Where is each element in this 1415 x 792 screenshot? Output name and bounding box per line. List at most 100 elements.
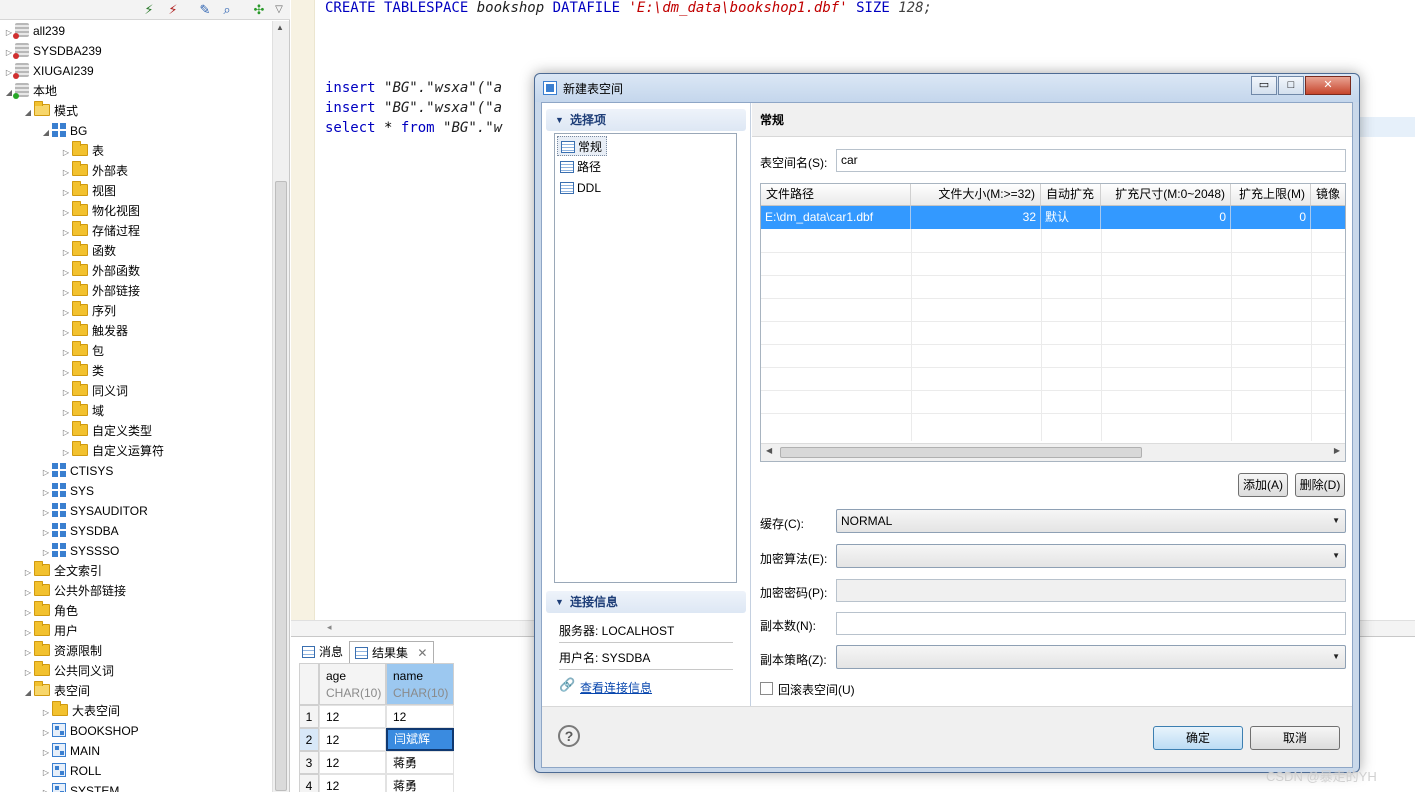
view-connection-link[interactable]: 查看连接信息	[580, 679, 652, 696]
expand-arrow-icon[interactable]: ▷	[60, 323, 72, 343]
expand-arrow-icon[interactable]: ▷	[60, 203, 72, 223]
expand-arrow-icon[interactable]: ▷	[40, 463, 52, 483]
disconnect-icon[interactable]: ⚡	[164, 1, 182, 19]
add-file-button[interactable]: 添加(A)	[1238, 473, 1288, 497]
tree-item[interactable]: ▷公共外部链接	[22, 581, 126, 601]
option-ddl[interactable]: DDL	[557, 178, 601, 198]
cache-select[interactable]: NORMAL ▼	[836, 509, 1346, 533]
scroll-left-icon[interactable]: ◀	[766, 446, 772, 455]
expand-arrow-icon[interactable]: ▷	[60, 443, 72, 463]
tree-item[interactable]: ▷同义词	[60, 381, 128, 401]
expand-arrow-icon[interactable]: ▷	[22, 623, 34, 643]
tree-item[interactable]: ▷BOOKSHOP	[40, 721, 139, 741]
expand-arrow-icon[interactable]: ▷	[60, 163, 72, 183]
expand-arrow-icon[interactable]: ▷	[40, 543, 52, 563]
expand-arrow-icon[interactable]: ▷	[60, 263, 72, 283]
cell-mirror[interactable]	[1311, 206, 1346, 229]
tree-item[interactable]: ▷CTISYS	[40, 461, 113, 481]
column-header-name[interactable]: name CHAR(10)	[386, 663, 454, 705]
column-header-mirror[interactable]: 镜像	[1311, 184, 1346, 206]
tree-item[interactable]: ▷自定义类型	[60, 421, 152, 441]
options-section-header[interactable]: ▼ 选择项	[546, 109, 746, 131]
cancel-button[interactable]: 取消	[1250, 726, 1340, 750]
view-menu-icon[interactable]: ▽	[270, 1, 288, 19]
cell-autoextend[interactable]: 默认	[1041, 206, 1101, 229]
expand-arrow-icon[interactable]: ▷	[40, 703, 52, 723]
tree-item[interactable]: ▷包	[60, 341, 104, 361]
expand-arrow-icon[interactable]: ▷	[40, 783, 52, 792]
tree-item[interactable]: ▷用户	[22, 621, 78, 641]
grid-cell[interactable]: 12	[319, 728, 386, 751]
tree-item[interactable]: ▷SYSDBA	[40, 521, 119, 541]
tree-item[interactable]: ◢模式	[22, 101, 78, 121]
expand-arrow-icon[interactable]: ▷	[60, 283, 72, 303]
tree-item[interactable]: ▷SYSSSO	[40, 541, 119, 561]
collapse-arrow-icon[interactable]: ◢	[22, 683, 34, 703]
edit-icon[interactable]: ✎	[196, 1, 214, 19]
close-tab-icon[interactable]: ✕	[417, 646, 427, 660]
cell-extend-limit[interactable]: 0	[1231, 206, 1311, 229]
expand-arrow-icon[interactable]: ▷	[22, 563, 34, 583]
expand-arrow-icon[interactable]: ▷	[60, 243, 72, 263]
grid-cell[interactable]: 12	[386, 705, 454, 728]
expand-arrow-icon[interactable]: ▷	[60, 423, 72, 443]
close-button[interactable]: ✕	[1305, 76, 1351, 95]
tree-item[interactable]: ▷视图	[60, 181, 116, 201]
tree-item[interactable]: ▷存储过程	[60, 221, 140, 241]
row-number[interactable]: 1	[299, 705, 319, 728]
expand-arrow-icon[interactable]: ▷	[40, 523, 52, 543]
grid-cell[interactable]: 12	[319, 705, 386, 728]
navigator-scrollbar[interactable]: ▲	[272, 21, 289, 792]
search-icon[interactable]: ⌕	[218, 1, 236, 19]
tree-item[interactable]: ▷表	[60, 141, 104, 161]
column-header-path[interactable]: 文件路径	[761, 184, 911, 206]
tree-item[interactable]: ◢BG	[40, 121, 87, 141]
scrollbar-thumb[interactable]	[275, 181, 287, 791]
expand-arrow-icon[interactable]: ▷	[40, 503, 52, 523]
copy-policy-select[interactable]: ▼	[836, 645, 1346, 669]
tree-item[interactable]: ▷XIUGAI239	[3, 61, 94, 81]
scroll-left-icon[interactable]: ◂	[327, 622, 332, 633]
cell-extend-size[interactable]: 0	[1101, 206, 1231, 229]
tree-item[interactable]: ▷all239	[3, 21, 65, 41]
expand-arrow-icon[interactable]: ▷	[60, 363, 72, 383]
tree-item[interactable]: ▷类	[60, 361, 104, 381]
tree-item[interactable]: ◢本地	[3, 81, 57, 101]
expand-arrow-icon[interactable]: ▷	[60, 223, 72, 243]
tree-item[interactable]: ▷MAIN	[40, 741, 100, 761]
expand-arrow-icon[interactable]: ▷	[22, 603, 34, 623]
expand-arrow-icon[interactable]: ▷	[60, 403, 72, 423]
dialog-titlebar[interactable]: 新建表空间 ▭ □ ✕	[535, 74, 1359, 102]
option-path[interactable]: 路径	[557, 157, 601, 177]
encrypt-password-input[interactable]	[836, 579, 1346, 602]
row-number[interactable]: 2	[299, 728, 319, 751]
grid-cell[interactable]: 12	[319, 774, 386, 792]
collapse-arrow-icon[interactable]: ◢	[22, 103, 34, 123]
scroll-right-icon[interactable]: ▶	[1334, 446, 1340, 455]
column-header-age[interactable]: age CHAR(10)	[319, 663, 386, 705]
expand-arrow-icon[interactable]: ▷	[60, 143, 72, 163]
tree-item[interactable]: ▷外部表	[60, 161, 128, 181]
tree-item[interactable]: ◢表空间	[22, 681, 90, 701]
expand-arrow-icon[interactable]: ▷	[60, 303, 72, 323]
rollback-tablespace-checkbox[interactable]	[760, 682, 773, 695]
tablespace-name-input[interactable]: car	[836, 149, 1346, 172]
grid-cell-selected[interactable]: 闫斌辉	[386, 728, 454, 751]
delete-file-button[interactable]: 删除(D)	[1295, 473, 1345, 497]
encrypt-algorithm-select[interactable]: ▼	[836, 544, 1346, 568]
expand-arrow-icon[interactable]: ▷	[60, 383, 72, 403]
column-header-size[interactable]: 文件大小(M:>=32)	[911, 184, 1041, 206]
grid-cell[interactable]: 蒋勇	[386, 751, 454, 774]
table-horizontal-scrollbar[interactable]: ◀ ▶	[761, 443, 1345, 461]
grid-cell[interactable]: 12	[319, 751, 386, 774]
tree-item[interactable]: ▷ROLL	[40, 761, 101, 781]
row-number[interactable]: 4	[299, 774, 319, 792]
tree-item[interactable]: ▷SYSAUDITOR	[40, 501, 148, 521]
tree-item[interactable]: ▷自定义运算符	[60, 441, 164, 461]
tree-item[interactable]: ▷全文索引	[22, 561, 102, 581]
tree-item[interactable]: ▷物化视图	[60, 201, 140, 221]
column-header-extend-size[interactable]: 扩充尺寸(M:0~2048)	[1101, 184, 1231, 206]
tab-messages[interactable]: 消息	[297, 641, 349, 663]
scroll-up-icon[interactable]: ▲	[276, 23, 284, 32]
expand-arrow-icon[interactable]: ▷	[40, 743, 52, 763]
